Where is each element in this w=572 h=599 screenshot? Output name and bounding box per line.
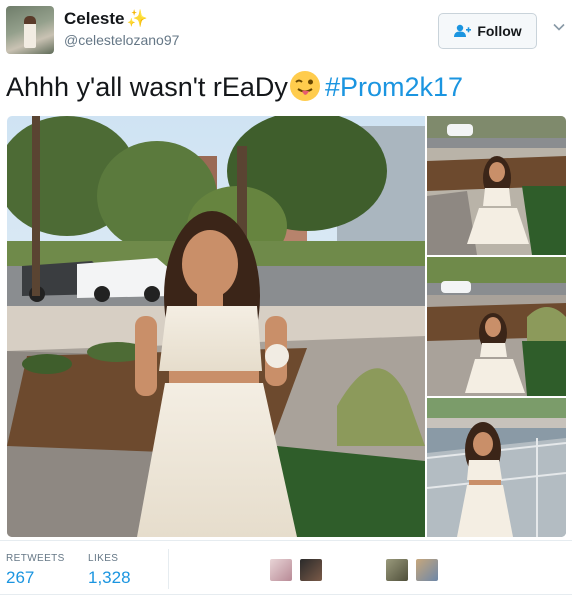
likes-label: LIKES: [88, 553, 119, 564]
tweet-body: Ahhh y'all wasn't rEaDy: [6, 72, 288, 102]
media-grid: [7, 116, 566, 537]
thumbnail-3[interactable]: [427, 398, 566, 537]
liker-avatar[interactable]: [300, 559, 322, 581]
main-photo[interactable]: [7, 116, 425, 537]
follow-button[interactable]: Follow: [438, 13, 537, 49]
display-name-text: Celeste: [64, 9, 125, 28]
thumbnail-3-image: [427, 398, 566, 537]
user-handle[interactable]: @celestelozano97: [64, 32, 179, 48]
retweets-count: 267: [6, 568, 35, 587]
retweets-stat[interactable]: RETWEETS 267: [6, 553, 65, 588]
likes-stat[interactable]: LIKES 1,328: [88, 553, 131, 588]
sparkles-icon: ✨: [126, 9, 148, 28]
follow-label: Follow: [477, 23, 522, 39]
thumbnail-2-image: [427, 257, 566, 396]
avatar-figure: [24, 16, 36, 48]
chevron-down-icon[interactable]: [552, 20, 566, 34]
thumbnail-1[interactable]: [427, 116, 566, 255]
liker-avatar[interactable]: [386, 559, 408, 581]
thumbnail-2[interactable]: [427, 257, 566, 396]
tweet-text: Ahhh y'all wasn't rEaDy #Prom2k17: [6, 70, 463, 103]
retweets-label: RETWEETS: [6, 553, 65, 564]
liker-avatar[interactable]: [416, 559, 438, 581]
tweet-stats: RETWEETS 267 LIKES 1,328: [0, 540, 572, 595]
main-photo-image: [7, 116, 425, 537]
tweet-header: Celeste ✨ @celestelozano97 Follow: [0, 0, 572, 70]
display-name[interactable]: Celeste ✨: [64, 9, 148, 29]
add-person-icon: [454, 24, 472, 37]
stats-divider: [168, 549, 169, 589]
thumbnail-1-image: [427, 116, 566, 255]
winking-tongue-emoji-icon: [289, 71, 320, 101]
hashtag-link[interactable]: #Prom2k17: [325, 72, 463, 102]
avatar[interactable]: [6, 6, 54, 54]
liker-avatar[interactable]: [270, 559, 292, 581]
likes-count: 1,328: [88, 568, 131, 587]
